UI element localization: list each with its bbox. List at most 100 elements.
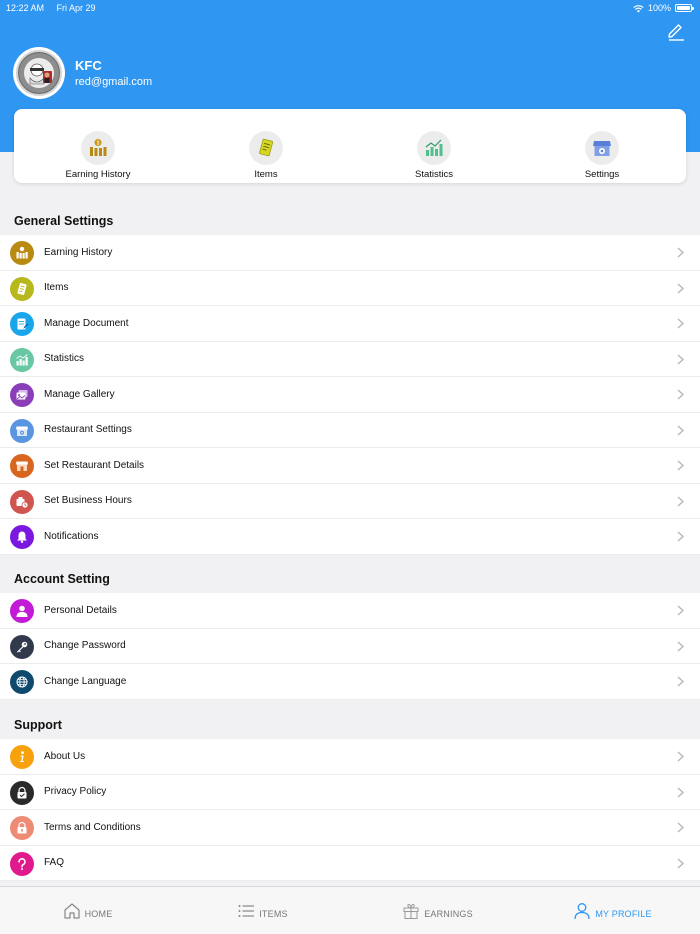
- settings-item-label: Statistics: [44, 353, 85, 365]
- quick-action-label: Statistics: [414, 169, 453, 180]
- chevron-right-icon: [677, 460, 684, 471]
- account-settings-list: Personal Details Change Password Change …: [0, 593, 700, 700]
- gallery-icon: [10, 383, 34, 407]
- settings-item-label: Change Language: [44, 675, 127, 687]
- settings-item-items[interactable]: Items: [0, 270, 700, 306]
- statistics-icon: [425, 139, 443, 156]
- edit-profile-icon[interactable]: [666, 22, 686, 42]
- settings-item-label: Manage Document: [44, 317, 129, 329]
- settings-item-notifications[interactable]: Notifications: [0, 519, 700, 555]
- list-icon: [238, 904, 255, 917]
- profile-name: KFC: [75, 58, 102, 73]
- settings-item-label: Terms and Conditions: [44, 821, 141, 833]
- settings-store-icon: [593, 141, 611, 156]
- settings-item-about-us[interactable]: About Us: [0, 739, 700, 775]
- tab-my-profile[interactable]: MY PROFILE: [525, 887, 700, 934]
- tab-earnings[interactable]: EARNINGS: [350, 887, 525, 934]
- settings-item-restaurant-settings[interactable]: Restaurant Settings: [0, 412, 700, 448]
- settings-item-manage-document[interactable]: Manage Document: [0, 306, 700, 342]
- battery-icon: [675, 4, 694, 12]
- quick-action-earning-history[interactable]: $ Earning History: [14, 109, 182, 183]
- quick-action-statistics[interactable]: Statistics: [350, 109, 518, 183]
- privacy-lock-icon: [10, 780, 34, 805]
- chevron-right-icon: [677, 389, 684, 400]
- settings-item-set-business-hours[interactable]: Set Business Hours: [0, 483, 700, 519]
- settings-item-earning-history[interactable]: Earning History: [0, 235, 700, 271]
- quick-actions-card: $ Earning History Items Statistics Setti…: [14, 109, 686, 183]
- items-icon: [259, 138, 274, 157]
- chevron-right-icon: [677, 318, 684, 329]
- earning-history-icon: $: [90, 139, 107, 156]
- battery-percent: 100%: [647, 3, 671, 13]
- svg-text:$: $: [97, 140, 100, 146]
- gift-icon: [403, 903, 419, 919]
- business-hours-icon: [10, 489, 34, 514]
- settings-item-label: Change Password: [44, 640, 126, 652]
- settings-item-change-password[interactable]: Change Password: [0, 628, 700, 664]
- chevron-right-icon: [677, 787, 684, 797]
- section-title-general: General Settings: [14, 214, 114, 228]
- quick-action-label: Items: [254, 169, 278, 180]
- avatar-image: [16, 50, 62, 96]
- chevron-right-icon: [677, 425, 684, 435]
- settings-item-label: Set Business Hours: [44, 495, 132, 507]
- settings-item-label: Notifications: [44, 530, 99, 542]
- bell-icon: [10, 525, 34, 549]
- status-bar: 12:22 AM Fri Apr 29 100%: [0, 0, 700, 16]
- settings-item-manage-gallery[interactable]: Manage Gallery: [0, 377, 700, 413]
- globe-icon: [10, 670, 34, 694]
- settings-item-label: About Us: [44, 750, 86, 762]
- settings-item-statistics[interactable]: Statistics: [0, 341, 700, 377]
- tab-label: MY PROFILE: [595, 908, 652, 919]
- items-icon: [10, 276, 34, 301]
- chevron-right-icon: [677, 641, 684, 651]
- support-list: About Us Privacy Policy Terms and Condit…: [0, 739, 700, 881]
- general-settings-list: Earning History Items Manage Document St…: [0, 235, 700, 555]
- home-icon: [63, 902, 80, 919]
- chevron-right-icon: [677, 676, 684, 687]
- chevron-right-icon: [677, 751, 684, 762]
- settings-item-label: Privacy Policy: [44, 786, 107, 798]
- section-title-support: Support: [14, 718, 62, 732]
- terms-lock-icon: [10, 816, 34, 840]
- document-icon: [10, 312, 34, 336]
- chevron-right-icon: [677, 822, 684, 833]
- bottom-tab-bar: HOME ITEMS EARNINGS MY PROFILE: [0, 886, 700, 934]
- settings-item-label: Earning History: [44, 246, 113, 258]
- chevron-right-icon: [677, 531, 684, 542]
- settings-item-label: Restaurant Settings: [44, 424, 132, 436]
- settings-item-personal-details[interactable]: Personal Details: [0, 593, 700, 629]
- settings-item-label: Items: [44, 282, 69, 294]
- settings-item-label: Personal Details: [44, 604, 117, 616]
- quick-action-label: Settings: [584, 169, 620, 180]
- settings-item-privacy-policy[interactable]: Privacy Policy: [0, 774, 700, 810]
- earning-history-icon: [10, 241, 34, 265]
- tab-home[interactable]: HOME: [0, 887, 175, 934]
- person-icon: [10, 599, 34, 623]
- status-time: 12:22 AM: [6, 3, 45, 13]
- settings-item-terms-and-conditions[interactable]: Terms and Conditions: [0, 810, 700, 846]
- settings-item-faq[interactable]: FAQ: [0, 845, 700, 881]
- wifi-icon: [633, 4, 644, 13]
- quick-action-items[interactable]: Items: [182, 109, 350, 183]
- quick-action-settings[interactable]: Settings: [518, 109, 686, 183]
- settings-item-change-language[interactable]: Change Language: [0, 664, 700, 700]
- chevron-right-icon: [677, 496, 684, 506]
- user-icon: [574, 902, 590, 919]
- section-title-account: Account Setting: [14, 572, 110, 586]
- settings-item-set-restaurant-details[interactable]: Set Restaurant Details: [0, 448, 700, 484]
- avatar[interactable]: [13, 47, 65, 99]
- chevron-right-icon: [677, 605, 684, 616]
- question-icon: [10, 851, 34, 876]
- restaurant-details-icon: [10, 454, 34, 478]
- chevron-right-icon: [677, 247, 684, 258]
- tab-items[interactable]: ITEMS: [175, 887, 350, 934]
- key-icon: [10, 634, 34, 659]
- restaurant-settings-icon: [10, 418, 34, 443]
- settings-item-label: FAQ: [44, 857, 65, 869]
- tab-label: HOME: [84, 908, 113, 919]
- tab-label: ITEMS: [259, 908, 288, 919]
- statistics-icon: [10, 347, 34, 372]
- settings-item-label: Set Restaurant Details: [44, 459, 145, 471]
- chevron-right-icon: [677, 354, 684, 364]
